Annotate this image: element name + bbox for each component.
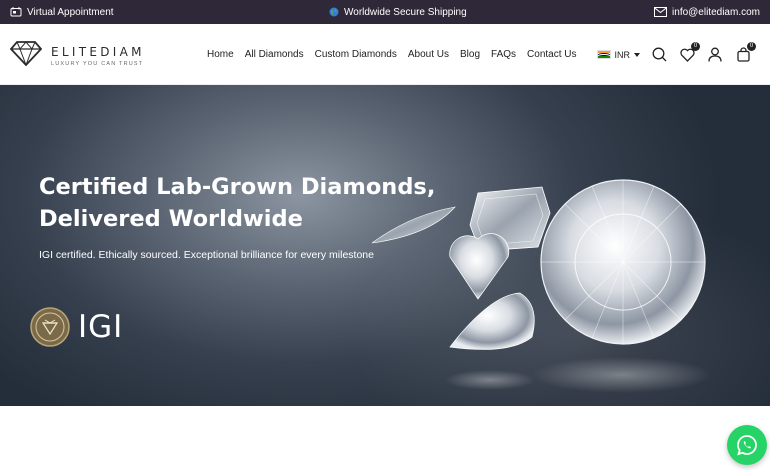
account-button[interactable] [706,46,724,64]
header-tools: INR 0 0 [596,24,756,85]
nav-blog[interactable]: Blog [460,49,480,60]
whatsapp-icon [737,435,757,456]
wishlist-button[interactable]: 0 [678,41,700,64]
currency-selector[interactable]: INR [596,49,640,60]
hero-title: Certified Lab-Grown Diamonds, Delivered … [39,171,459,235]
india-flag-icon [596,50,611,59]
virtual-appointment-label: Virtual Appointment [27,6,114,18]
igi-seal-icon [30,307,70,347]
hero-banner[interactable]: Certified Lab-Grown Diamonds, Delivered … [0,85,770,406]
heart-diamond [449,233,510,300]
announcement-bar: Virtual Appointment Worldwide Secure Shi… [0,0,770,24]
pear-diamond [449,292,535,350]
shipping-notice: Worldwide Secure Shipping [329,0,467,24]
virtual-appointment-link[interactable]: Virtual Appointment [10,0,114,24]
globe-icon [329,7,339,17]
site-header: ELITEDIAM LUXURY YOU CAN TRUST Home All … [0,24,770,85]
hero-title-line-1: Certified Lab-Grown Diamonds, [39,174,436,200]
mail-icon [654,7,668,17]
brand-logo[interactable]: ELITEDIAM LUXURY YOU CAN TRUST [9,40,145,71]
brand-name: ELITEDIAM [51,44,145,59]
igi-logo-text: IGI [78,309,124,345]
virtual-appointment-icon [10,6,22,18]
nav-all-diamonds[interactable]: All Diamonds [245,49,304,60]
nav-contact-us[interactable]: Contact Us [527,49,576,60]
search-icon [652,47,666,62]
cart-count-badge: 0 [747,41,756,51]
search-button[interactable] [650,46,668,64]
hero-title-line-2: Delivered Worldwide [39,206,303,232]
nav-about-us[interactable]: About Us [408,49,449,60]
hero-subtitle: IGI certified. Ethically sourced. Except… [39,249,374,261]
igi-certification-logo: IGI [30,307,123,347]
shipping-notice-label: Worldwide Secure Shipping [344,6,467,18]
cart-button[interactable]: 0 [734,41,756,64]
wishlist-count-badge: 0 [691,41,700,51]
diamond-logo-icon [9,40,43,71]
email-address: info@elitediam.com [672,6,760,18]
brand-tagline: LUXURY YOU CAN TRUST [51,60,144,67]
nav-home[interactable]: Home [207,49,234,60]
main-nav: Home All Diamonds Custom Diamonds About … [207,24,577,85]
whatsapp-chat-button[interactable] [727,425,767,465]
email-link[interactable]: info@elitediam.com [654,0,760,24]
currency-code: INR [614,49,631,60]
user-icon [708,47,722,62]
nav-faqs[interactable]: FAQs [491,49,516,60]
chevron-down-icon [634,52,640,57]
nav-custom-diamonds[interactable]: Custom Diamonds [315,49,397,60]
